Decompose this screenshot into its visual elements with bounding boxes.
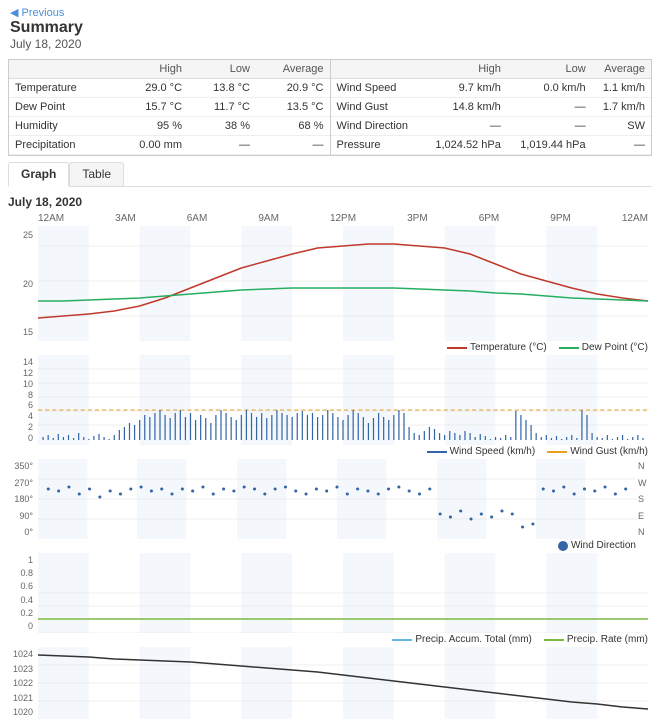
pressure-svg xyxy=(38,647,648,719)
temp-legend-line xyxy=(447,347,467,349)
prev-link[interactable]: ◀ Previous xyxy=(10,6,650,19)
wind-legend: Wind Speed (km/h) Wind Gust (km/h) xyxy=(12,446,648,457)
wind-svg xyxy=(38,355,648,445)
temp-chart: 252015 xyxy=(8,226,652,341)
pressure-chart: 10241023102210211020 xyxy=(8,647,652,719)
winddir-chart-inner xyxy=(38,459,636,539)
wind-speed-chart: 14121086420 xyxy=(8,355,652,445)
wind-y-labels: 14121086420 xyxy=(8,357,36,443)
chart-date-label: July 18, 2020 xyxy=(8,195,652,209)
legend-wind-speed: Wind Speed (km/h) xyxy=(427,446,536,457)
wind-chart-inner xyxy=(38,355,648,445)
legend-dewpoint: Dew Point (°C) xyxy=(559,342,648,353)
temp-chart-inner xyxy=(38,226,648,341)
legend-wind-gust: Wind Gust (km/h) xyxy=(547,446,648,457)
wind-dir-side-labels: N W S E N xyxy=(638,461,650,537)
temp-legend: Temperature (°C) Dew Point (°C) xyxy=(12,342,648,353)
legend-temp: Temperature (°C) xyxy=(447,342,547,353)
precip-legend: Precip. Accum. Total (mm) Precip. Rate (… xyxy=(12,634,648,645)
winddir-y-labels: 350°270°180°90°0° xyxy=(8,461,36,537)
page-title: Summary xyxy=(10,19,650,37)
date-subtitle: July 18, 2020 xyxy=(10,37,650,51)
tab-bar: Graph Table xyxy=(8,162,652,187)
pressure-chart-inner xyxy=(38,647,648,719)
tab-table[interactable]: Table xyxy=(69,162,124,186)
precip-svg xyxy=(38,553,648,633)
precip-y-labels: 10.80.60.40.20 xyxy=(8,555,36,631)
wind-speed-legend-line xyxy=(427,451,447,453)
page-header: ◀ Previous Summary July 18, 2020 xyxy=(0,0,660,55)
temp-y-labels: 252015 xyxy=(8,230,36,337)
wind-gust-legend-line xyxy=(547,451,567,453)
tab-graph[interactable]: Graph xyxy=(8,162,69,187)
chart-area: July 18, 2020 12AM3AM6AM9AM12PM3PM6PM9PM… xyxy=(0,187,660,719)
prev-arrow: ◀ xyxy=(10,7,18,19)
pressure-y-labels: 10241023102210211020 xyxy=(8,649,36,717)
winddir-svg xyxy=(38,459,636,539)
precip-chart-inner xyxy=(38,553,648,633)
dewpoint-legend-line xyxy=(559,347,579,349)
temp-svg xyxy=(38,226,648,341)
right-stats-table: HighLowAverage Wind Speed9.7 km/h0.0 km/… xyxy=(331,60,652,155)
winddir-legend: Wind Direction xyxy=(24,540,636,551)
winddir-legend-dot xyxy=(558,541,568,551)
precip-chart: 10.80.60.40.20 xyxy=(8,553,652,633)
left-stats-table: HighLowAverage Temperature29.0 °C13.8 °C… xyxy=(9,60,330,155)
wind-dir-chart: 350°270°180°90°0° N W S E N xyxy=(8,459,652,539)
time-axis: 12AM3AM6AM9AM12PM3PM6PM9PM12AM xyxy=(8,213,652,224)
